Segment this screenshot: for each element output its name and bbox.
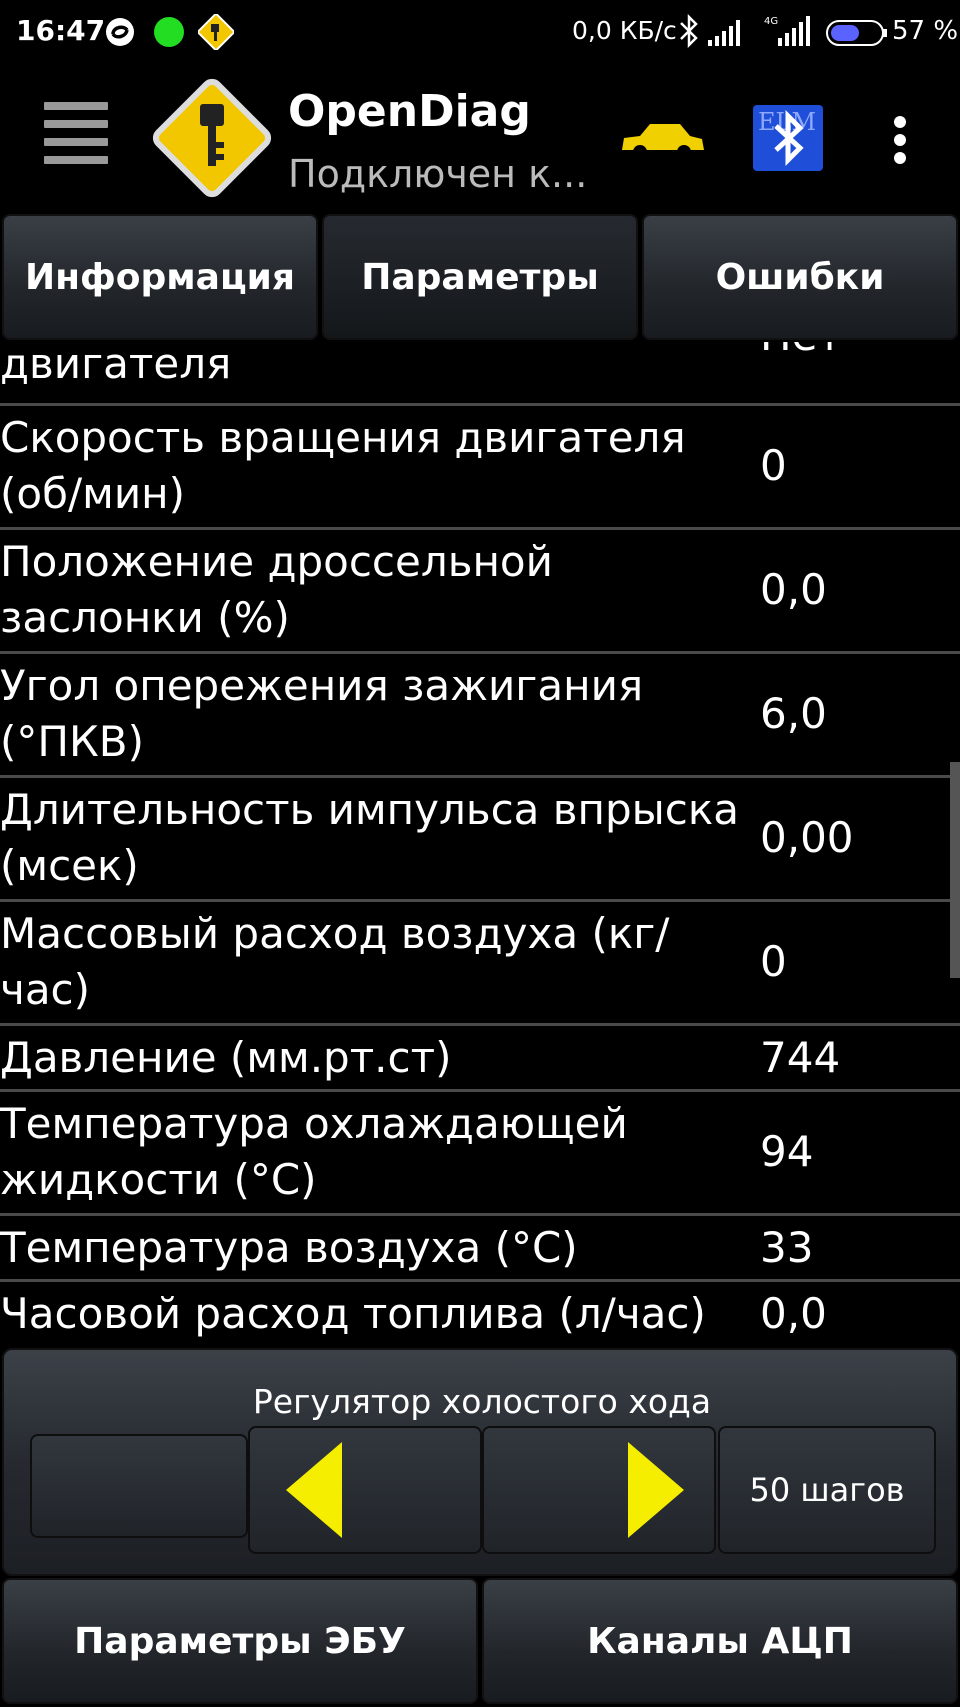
table-row: Длительность импульса впрыска (мсек) 0,0… [0,778,960,902]
increase-steps-button[interactable] [482,1426,716,1554]
param-label: Давление (мм.рт.ст) [0,1033,452,1082]
arrow-left-icon [286,1442,342,1538]
tab-information[interactable]: Информация [2,214,318,340]
elm-bluetooth-icon[interactable]: ELM 327 [752,104,824,172]
tab-bar: Информация Параметры Ошибки [0,212,960,342]
table-row: двигателя Нет [0,342,960,406]
key-notification-icon [198,14,234,50]
action-bar: OpenDiag Подключен к... ELM 327 [0,64,960,212]
table-row: Температура воздуха (°C) 33 [0,1216,960,1282]
table-row: Температура охлаждающей жидкости (°C) 94 [0,1092,960,1216]
param-label: Угол опережения зажигания (°ПКВ) [0,661,644,766]
parameters-table[interactable]: двигателя Нет Скорость вращения двигател… [0,342,960,1342]
sync-icon [106,18,134,46]
table-row: Скорость вращения двигателя (об/мин) 0 [0,406,960,530]
battery-percent: 57 % [892,16,959,46]
table-row: Давление (мм.рт.ст) 744 [0,1026,960,1092]
regulator-blank-button[interactable] [30,1434,248,1538]
status-bar: 16:47 0,0 КБ/с 4G 57 % [0,0,960,64]
param-label: Положение дроссельной заслонки (%) [0,537,553,642]
table-scrollbar[interactable] [950,762,960,978]
param-label: Массовый расход воздуха (кг/час) [0,909,670,1014]
arrow-right-icon [628,1442,684,1538]
param-value: 6,0 [760,689,827,738]
decrease-steps-button[interactable] [248,1426,482,1554]
param-label: двигателя [0,342,232,388]
idle-regulator-panel: Регулятор холостого хода 50 шагов [2,1348,958,1576]
network-badge: 4G [764,16,778,27]
param-value: Нет [760,342,842,364]
param-value: 94 [760,1127,814,1176]
green-dot-icon [154,17,184,47]
overflow-menu-icon[interactable] [890,116,910,166]
param-value: 33 [760,1223,814,1272]
status-time: 16:47 [16,14,106,47]
table-row: Угол опережения зажигания (°ПКВ) 6,0 [0,654,960,778]
ecu-params-button[interactable]: Параметры ЭБУ [2,1578,478,1704]
param-value: 0 [760,441,787,490]
connection-status: Подключен к... [288,152,588,196]
param-value: 0,0 [760,1289,827,1338]
param-label: Скорость вращения двигателя (об/мин) [0,413,686,518]
param-label: Температура воздуха (°C) [0,1223,578,1272]
signal-icon [708,20,740,46]
tab-errors[interactable]: Ошибки [642,214,958,340]
network-speed: 0,0 КБ/с [572,16,677,45]
param-value: 0,0 [760,565,827,614]
table-row: Положение дроссельной заслонки (%) 0,0 [0,530,960,654]
app-logo-key-icon [152,78,272,198]
bluetooth-icon [680,14,698,48]
idle-regulator-title: Регулятор холостого хода [252,1382,712,1421]
param-label: Часовой расход топлива (л/час) [0,1289,706,1338]
battery-icon [826,20,887,46]
app-title: OpenDiag [288,86,531,137]
param-label: Длительность импульса впрыска (мсек) [0,785,739,890]
menu-icon[interactable] [44,102,108,168]
param-value: 0 [760,937,787,986]
param-value: 744 [760,1033,841,1082]
signal-4g-icon: 4G [764,16,810,46]
param-value: 0,00 [760,813,854,862]
car-icon[interactable] [618,116,706,162]
steps-display: 50 шагов [718,1426,936,1554]
tab-parameters[interactable]: Параметры [322,214,638,340]
adc-channels-button[interactable]: Каналы АЦП [482,1578,958,1704]
param-label: Температура охлаждающей жидкости (°C) [0,1099,628,1204]
table-row: Часовой расход топлива (л/час) 0,0 [0,1282,960,1342]
table-row: Массовый расход воздуха (кг/час) 0 [0,902,960,1026]
